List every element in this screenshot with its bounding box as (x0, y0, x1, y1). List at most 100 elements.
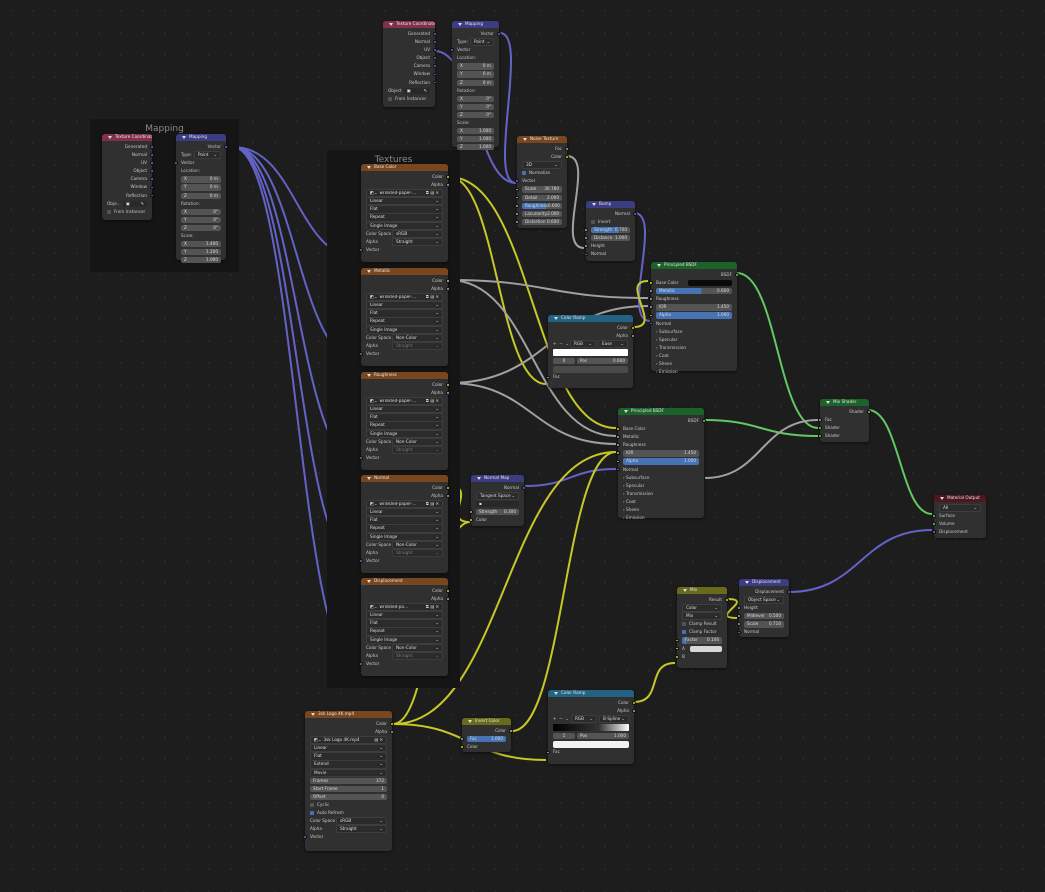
extension-dropdown[interactable]: Repeat ⌄ (361, 317, 448, 326)
scale-field[interactable]: Scale 0.710 (737, 620, 789, 628)
midlevel-field[interactable]: Midlevel 0.500 (737, 612, 789, 620)
source-dropdown[interactable]: Single Image ⌄ (361, 635, 448, 644)
scale-x[interactable]: X 1.400 (176, 240, 226, 248)
node-header[interactable]: 3sk Logo 4K.mp4 (305, 711, 392, 718)
roughness-field[interactable]: Roughness 0.600 (515, 202, 567, 210)
alpha-mode-dropdown[interactable]: Alpha Straight ⌄ (305, 825, 392, 834)
mapping-node-2[interactable]: Mapping Vector Type: Point ⌄ Vector Locati… (174, 134, 228, 264)
panel-coat[interactable]: › Coat (651, 352, 737, 360)
ramp-stop-fields[interactable]: 1 Pos 1.000 (548, 732, 634, 740)
principled-bsdf-node[interactable]: Principled BSDF BSDF Base Color Metallic… (649, 262, 739, 374)
space-dropdown[interactable]: Object Space ⌄ (739, 596, 789, 605)
checkbox[interactable] (682, 622, 686, 627)
rotation-z[interactable]: Z 0° (452, 111, 499, 119)
interpolation-dropdown[interactable]: Linear ⌄ (361, 301, 448, 310)
scale-z[interactable]: Z 1.000 (176, 256, 226, 264)
ior-field[interactable]: IOR 1.450 (616, 449, 704, 457)
mix-shader-node[interactable]: Mix Shader Shader Fac Shader Shader (818, 399, 871, 442)
panel-specular[interactable]: › Specular (651, 336, 737, 344)
node-header[interactable]: Material Output (934, 495, 986, 502)
detail-field[interactable]: Detail 2.000 (515, 194, 567, 202)
node-header[interactable]: Color Ramp (548, 690, 634, 697)
image-selector[interactable]: ◩⌄ wrinkled-paper-... ⧉ ▤ ✕ (361, 397, 448, 406)
color-space-dropdown[interactable]: Color Space Non-Color ⌄ (361, 540, 448, 549)
source-dropdown[interactable]: Movie ⌄ (305, 768, 392, 777)
node-link[interactable] (704, 419, 819, 479)
node-link[interactable] (499, 32, 517, 184)
image-selector[interactable]: ◩⌄ wrinkled-paper-... ⧉ ▤ ✕ (361, 500, 448, 509)
node-link[interactable] (448, 279, 649, 299)
interpolation-dropdown[interactable]: Linear ⌄ (305, 744, 392, 753)
projection-dropdown[interactable]: Flat ⌄ (305, 752, 392, 761)
ramp-toolbar[interactable]: + − ⌄ RGB ⌄ Ease ⌄ (548, 340, 633, 349)
metallic-field[interactable]: Metallic 0.600 (649, 287, 737, 295)
alpha-field[interactable]: Alpha 1.000 (616, 457, 704, 465)
material-output-node[interactable]: Material Output All ⌄ Surface Volume Disp… (932, 495, 986, 538)
node-link[interactable] (524, 468, 617, 487)
node-link[interactable] (633, 212, 651, 322)
principled-bsdf-node-2[interactable]: Principled BSDF BSDF Base Color Metallic… (616, 408, 706, 520)
checkbox[interactable] (388, 96, 392, 101)
panel-subsurface[interactable]: › Subsurface (651, 328, 737, 336)
node-link[interactable] (633, 280, 649, 328)
alpha-field[interactable]: Alpha 1.000 (649, 311, 737, 319)
scale-field[interactable]: Scale 30.780 (515, 185, 567, 193)
invert-checkbox[interactable]: Invert (586, 218, 635, 226)
alpha-mode-dropdown[interactable]: Alpha Straight ⌄ (361, 237, 448, 246)
input-a[interactable]: A (675, 645, 727, 653)
interpolation-dropdown[interactable]: Linear ⌄ (361, 197, 448, 206)
data-type-dropdown[interactable]: Color ⌄ (677, 604, 727, 613)
target-dropdown[interactable]: All ⌄ (934, 503, 986, 513)
alpha-mode-dropdown[interactable]: Alpha Straight ⌄ (361, 548, 448, 557)
node-header[interactable]: Metallic (361, 268, 448, 275)
add-stop-icon[interactable]: + − ⌄ (553, 716, 569, 721)
ramp-stop-color[interactable] (548, 365, 633, 373)
panel-subsurface[interactable]: › Subsurface (618, 474, 704, 482)
location-z[interactable]: Z0 m (452, 79, 499, 87)
checkbox[interactable] (522, 171, 526, 176)
checkbox[interactable] (310, 811, 314, 816)
scale-z[interactable]: Z 1.000 (452, 143, 499, 151)
location-x[interactable]: X0 m (452, 62, 499, 70)
rotation-y[interactable]: Y 0° (452, 103, 499, 111)
color-space-dropdown[interactable]: Color Space sRGB ⌄ (305, 817, 392, 826)
node-header[interactable]: Normal Map (471, 475, 524, 482)
image-selector[interactable]: ◩⌄ 3sk Logo 4K.mp4 ▤ ✕ (305, 736, 392, 745)
projection-dropdown[interactable]: Flat ⌄ (361, 619, 448, 628)
node-header[interactable]: Roughness (361, 372, 448, 379)
start-frame-field[interactable]: Start Frame 1 (305, 785, 392, 793)
displacement-node[interactable]: Displacement Displacement Object Space ⌄ … (737, 579, 791, 637)
invert-color-node[interactable]: Invert Color Color Fac 1.000 Color (460, 718, 513, 752)
projection-dropdown[interactable]: Flat ⌄ (361, 413, 448, 422)
panel-transmission[interactable]: › Transmission (618, 490, 704, 498)
projection-dropdown[interactable]: Flat ⌄ (361, 205, 448, 214)
image-texture-node-normal[interactable]: Normal Color Alpha ◩⌄ wrinkled-paper-... ⧉… (359, 475, 450, 573)
node-link[interactable] (726, 598, 738, 619)
mix-node[interactable]: Mix Result Color ⌄ Mix ⌄ Clamp Result Clam… (675, 587, 729, 668)
space-dropdown[interactable]: Tangent Space ⌄ (471, 492, 524, 501)
image-texture-node-metallic[interactable]: Metallic Color Alpha ◩⌄ wrinkled-paper-..… (359, 268, 450, 366)
node-header[interactable]: Mapping (452, 21, 499, 28)
image-action-icons[interactable]: ▤ ✕ (374, 737, 383, 742)
alpha-mode-dropdown[interactable]: Alpha Straight ⌄ (361, 651, 448, 660)
image-texture-node-displacement[interactable]: Displacement Color Alpha ◩⌄ wrinkled-pa..… (359, 578, 450, 676)
rotation-z[interactable]: Z 0° (176, 224, 226, 232)
lacunarity-field[interactable]: Lacunarity 2.000 (515, 210, 567, 218)
cyclic-checkbox[interactable]: Cyclic (305, 801, 392, 809)
frames-field[interactable]: Frames 372 (305, 777, 392, 785)
scale-x[interactable]: X 1.000 (452, 127, 499, 135)
image-action-icons[interactable]: ⧉ ▤ ✕ (426, 294, 439, 299)
extension-dropdown[interactable]: Repeat ⌄ (361, 421, 448, 430)
rotation-x[interactable]: X 0° (176, 208, 226, 216)
panel-specular[interactable]: › Specular (618, 482, 704, 490)
noise-texture-node[interactable]: Noise Texture Fac Color 3D ⌄ Normalize Ve… (515, 136, 569, 228)
clamp-result-checkbox[interactable]: Clamp Result (677, 620, 727, 628)
color-ramp-gradient[interactable] (553, 724, 629, 732)
normalize-checkbox[interactable]: Normalize (517, 169, 567, 177)
eyedropper-icon[interactable]: ✎ (140, 201, 144, 206)
ramp-toolbar[interactable]: + − ⌄ RGB ⌄ B-Spline ⌄ (548, 715, 634, 724)
blend-mode-dropdown[interactable]: Mix ⌄ (677, 612, 727, 621)
mapping-node[interactable]: Mapping Vector Type: Point ⌄ Vector Locati… (450, 21, 501, 151)
projection-dropdown[interactable]: Flat ⌄ (361, 309, 448, 318)
distortion-field[interactable]: Distortion 0.600 (515, 218, 567, 226)
